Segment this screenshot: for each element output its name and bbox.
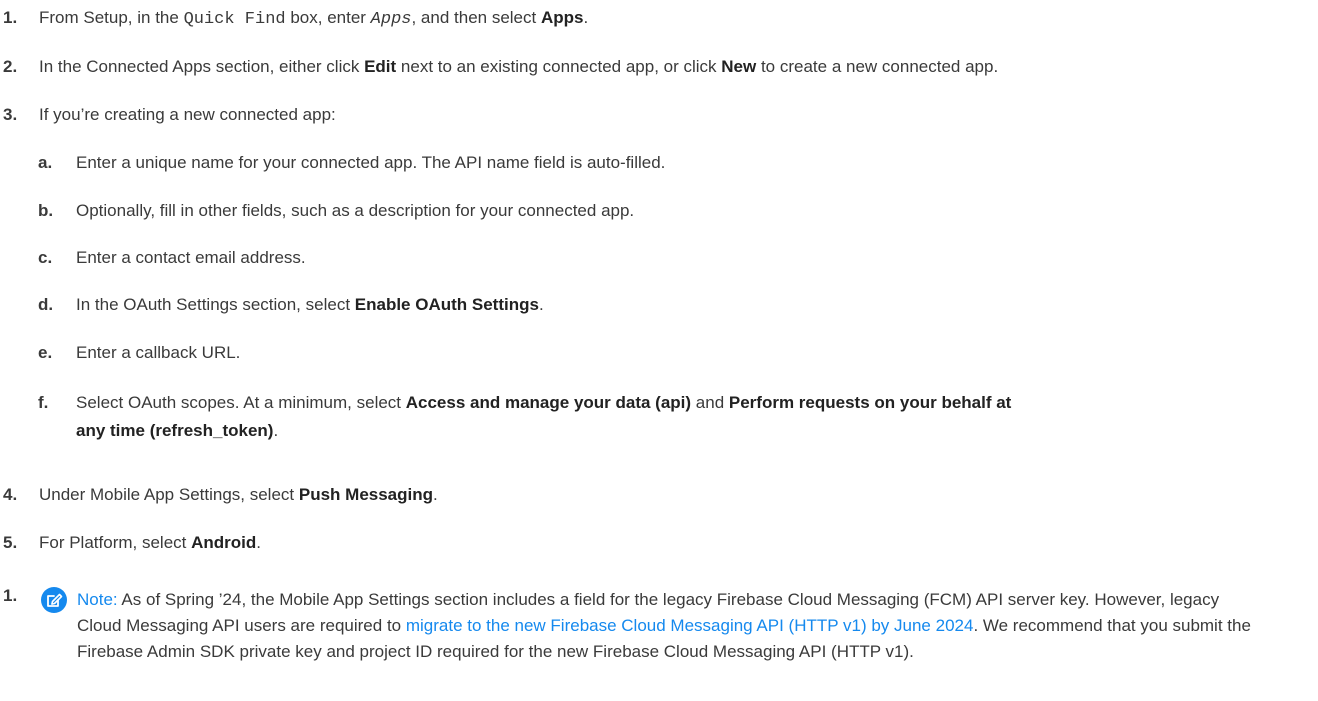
access-data-bold: Access and manage your data (api): [405, 393, 692, 412]
note-text: Note: As of Spring ’24, the Mobile App S…: [77, 587, 1263, 665]
substep-letter: f.: [38, 393, 49, 412]
step-number: 3.: [3, 105, 18, 124]
substep-letter: c.: [38, 248, 53, 267]
step-3: 3. If you’re creating a new connected ap…: [0, 103, 336, 127]
substep-text: Optionally, fill in other fields, such a…: [76, 201, 635, 220]
substep-f: f. Select OAuth scopes. At a minimum, se…: [0, 389, 1011, 445]
step-text: If you’re creating a new connected app:: [39, 105, 336, 124]
text-fragment: to create a new connected app.: [756, 57, 999, 76]
text-fragment: .: [538, 295, 544, 314]
substep-b: b. Optionally, fill in other fields, suc…: [0, 199, 634, 223]
substep-text: Enter a unique name for your connected a…: [76, 153, 666, 172]
step-text: Under Mobile App Settings, select Push M…: [39, 483, 438, 507]
substep-text: Enter a contact email address.: [76, 248, 306, 267]
step-number: 2.: [3, 57, 18, 76]
push-messaging-bold: Push Messaging: [298, 485, 434, 504]
text-fragment: .: [256, 533, 261, 552]
new-bold: New: [721, 57, 757, 76]
text-fragment: .: [583, 8, 589, 27]
note-label: Note:: [77, 590, 118, 609]
note-edit-icon: [41, 587, 67, 613]
substep-text: In the OAuth Settings section, select En…: [76, 293, 544, 317]
substep-letter: b.: [38, 201, 54, 220]
substep-c: c. Enter a contact email address.: [0, 246, 306, 270]
step-number: 1.: [3, 8, 18, 27]
step-number: 4.: [3, 485, 18, 504]
text-fragment: In the Connected Apps section, either cl…: [39, 57, 365, 76]
text-fragment: and: [691, 393, 729, 412]
step-text: For Platform, select Android.: [39, 531, 261, 555]
step-text: From Setup, in the Quick Find box, enter…: [39, 6, 588, 32]
android-bold: Android: [191, 533, 257, 552]
text-fragment: .: [433, 485, 438, 504]
step-4: 4. Under Mobile App Settings, select Pus…: [0, 483, 438, 507]
edit-bold: Edit: [364, 57, 397, 76]
substep-text: Select OAuth scopes. At a minimum, selec…: [76, 389, 1011, 445]
step-text: In the Connected Apps section, either cl…: [39, 55, 998, 79]
step-number: 5.: [3, 533, 18, 552]
text-fragment: For Platform, select: [39, 533, 192, 552]
step-1: 1. From Setup, in the Quick Find box, en…: [0, 6, 588, 32]
enable-oauth-bold: Enable OAuth Settings: [354, 295, 539, 314]
apps-code: Apps: [370, 10, 412, 29]
perform-requests-bold: Perform requests on your behalf at: [728, 393, 1012, 412]
migrate-fcm-link[interactable]: migrate to the new Firebase Cloud Messag…: [406, 616, 974, 635]
substep-letter: a.: [38, 153, 53, 172]
apps-bold: Apps: [540, 8, 584, 27]
substep-text: Enter a callback URL.: [76, 343, 241, 362]
substep-d: d. In the OAuth Settings section, select…: [0, 293, 544, 317]
substep-a: a. Enter a unique name for your connecte…: [0, 151, 665, 175]
text-fragment: Under Mobile App Settings, select: [39, 485, 299, 504]
substep-letter: e.: [38, 343, 53, 362]
text-fragment: .: [273, 421, 279, 440]
substep-letter: d.: [38, 295, 54, 314]
step-2: 2. In the Connected Apps section, either…: [0, 55, 998, 79]
note-number: 1.: [3, 586, 18, 605]
text-fragment: From Setup, in the: [39, 8, 184, 27]
text-fragment: , and then select: [411, 8, 541, 27]
text-fragment: In the OAuth Settings section, select: [76, 295, 355, 314]
text-fragment: next to an existing connected app, or cl…: [396, 57, 722, 76]
step-5: 5. For Platform, select Android.: [0, 531, 261, 555]
quick-find-code: Quick Find: [183, 10, 286, 29]
refresh-token-bold: any time (refresh_token): [76, 421, 274, 440]
text-fragment: Select OAuth scopes. At a minimum, selec…: [76, 393, 406, 412]
text-fragment: box, enter: [285, 8, 371, 27]
substep-e: e. Enter a callback URL.: [0, 341, 240, 365]
note-block: 1. Note: As of Spring ’24, the Mobile Ap…: [0, 586, 1318, 665]
